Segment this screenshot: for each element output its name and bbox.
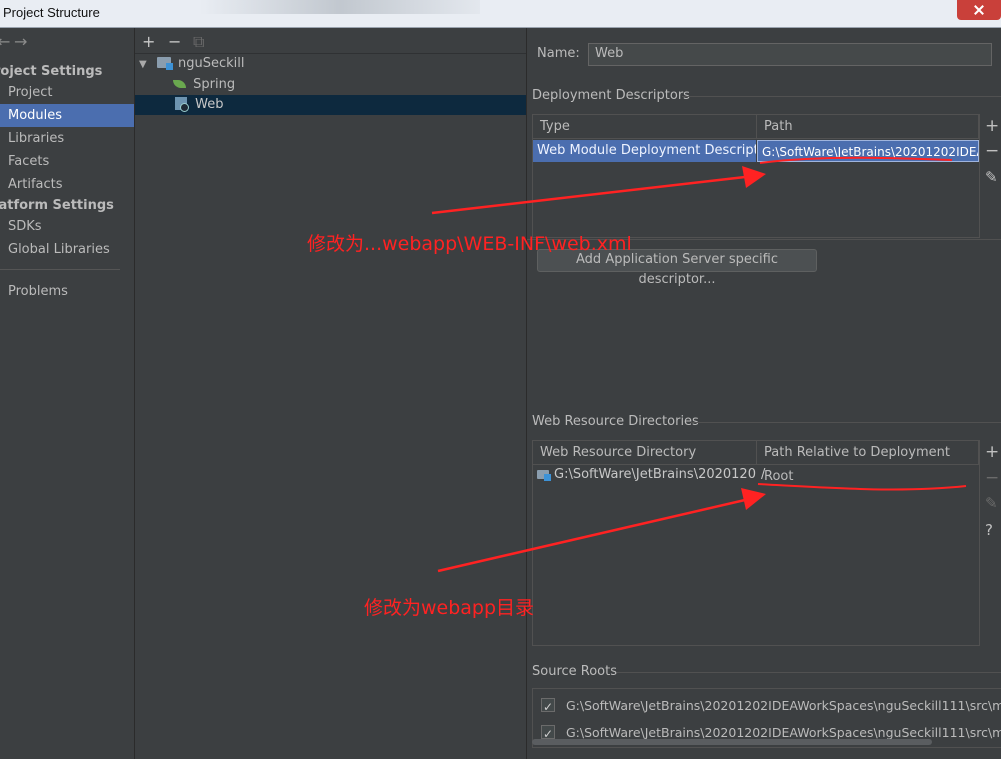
nav-item-artifacts[interactable]: Artifacts — [0, 173, 134, 196]
background-window-blur — [200, 0, 480, 14]
relative-path-cell[interactable]: / — [757, 464, 979, 486]
tree-node-label: Spring — [193, 77, 236, 92]
column-header-path-relative[interactable]: Path Relative to Deployment Root — [757, 441, 979, 484]
tree-node-spring[interactable]: Spring — [173, 75, 235, 95]
edit-resource-directory-icon[interactable]: ✎ — [985, 494, 998, 512]
nav-item-sdks[interactable]: SDKs — [0, 215, 134, 238]
nav-item-problems[interactable]: Problems — [0, 280, 134, 303]
descriptor-type-cell[interactable]: Web Module Deployment Descriptor — [533, 140, 756, 162]
close-window-button[interactable] — [957, 0, 1001, 20]
nav-divider — [0, 269, 120, 270]
name-label: Name: — [537, 46, 580, 61]
web-resource-directory-cell[interactable]: G:\SoftWare\JetBrains\2020120... — [533, 464, 756, 486]
module-folder-icon — [156, 57, 173, 70]
remove-descriptor-icon[interactable]: − — [985, 141, 999, 161]
descriptor-path-cell[interactable]: G:\SoftWare\JetBrains\20201202IDEA — [757, 140, 979, 162]
help-icon[interactable]: ? — [985, 521, 993, 539]
module-tree-panel: + − ⧉ ▼ nguSeckill Spring Web — [135, 28, 527, 759]
facet-details-panel: Name: Web Deployment Descriptors Type Pa… — [527, 28, 1001, 759]
source-root-checkbox[interactable] — [541, 696, 555, 717]
source-root-row[interactable]: G:\SoftWare\JetBrains\20201202IDEAWorkSp… — [541, 695, 1001, 717]
section-divider — [682, 96, 1001, 97]
expand-arrow-icon[interactable]: ▼ — [139, 59, 147, 70]
horizontal-scrollbar[interactable] — [532, 739, 932, 745]
web-facet-icon — [175, 97, 189, 112]
deployment-descriptors-table: Type Path Web Module Deployment Descript… — [532, 114, 980, 238]
add-module-button[interactable]: + — [142, 32, 155, 51]
remove-module-button[interactable]: − — [168, 32, 181, 51]
source-roots-title: Source Roots — [532, 664, 618, 679]
edit-descriptor-icon[interactable]: ✎ — [985, 168, 998, 186]
web-resource-directory-value: G:\SoftWare\JetBrains\2020120... — [554, 467, 756, 482]
nav-item-global-libraries[interactable]: Global Libraries — [0, 238, 134, 261]
web-resource-directories-title: Web Resource Directories — [532, 414, 699, 429]
spring-leaf-icon — [173, 80, 186, 88]
source-root-checkbox[interactable] — [541, 723, 555, 744]
copy-module-button[interactable]: ⧉ — [193, 32, 204, 52]
add-resource-directory-icon[interactable]: + — [985, 442, 999, 462]
arrow-left-icon[interactable]: ← — [0, 32, 10, 51]
name-field[interactable]: Web — [588, 43, 992, 66]
nav-item-modules[interactable]: Modules — [0, 104, 134, 127]
section-divider — [617, 672, 1001, 673]
source-root-path: G:\SoftWare\JetBrains\20201202IDEAWorkSp… — [565, 698, 1001, 713]
nav-item-project[interactable]: Project — [0, 81, 134, 104]
source-root-path: G:\SoftWare\JetBrains\20201202IDEAWorkSp… — [565, 725, 1001, 740]
window-title: Project Structure — [3, 5, 100, 20]
nav-item-facets[interactable]: Facets — [0, 150, 134, 173]
remove-resource-directory-icon[interactable]: − — [985, 468, 999, 488]
nav-item-libraries[interactable]: Libraries — [0, 127, 134, 150]
arrow-right-icon[interactable]: → — [14, 32, 27, 51]
column-header-web-resource-directory[interactable]: Web Resource Directory — [533, 441, 757, 465]
platform-settings-header: latform Settings — [0, 198, 114, 213]
project-settings-header: roject Settings — [0, 64, 103, 79]
column-header-type[interactable]: Type — [533, 115, 757, 139]
deployment-descriptors-title: Deployment Descriptors — [532, 88, 690, 103]
tree-node-root[interactable]: ▼ nguSeckill — [139, 54, 244, 74]
web-folder-icon — [537, 470, 551, 481]
tree-node-web[interactable]: Web — [135, 95, 526, 115]
settings-nav: ← → roject Settings Project Modules Libr… — [0, 28, 135, 759]
column-header-path[interactable]: Path — [757, 115, 979, 139]
tree-node-label: nguSeckill — [177, 56, 245, 71]
tree-node-label: Web — [195, 97, 224, 112]
annotation-text-resource: 修改为webapp目录 — [364, 597, 535, 619]
web-resource-directories-table: Web Resource Directory Path Relative to … — [532, 440, 980, 646]
add-descriptor-icon[interactable]: + — [985, 116, 999, 136]
title-bar: Project Structure — [0, 0, 1001, 28]
section-divider — [691, 422, 1001, 423]
annotation-text-descriptor: 修改为...webapp\WEB-INF\web.xml — [307, 233, 632, 255]
